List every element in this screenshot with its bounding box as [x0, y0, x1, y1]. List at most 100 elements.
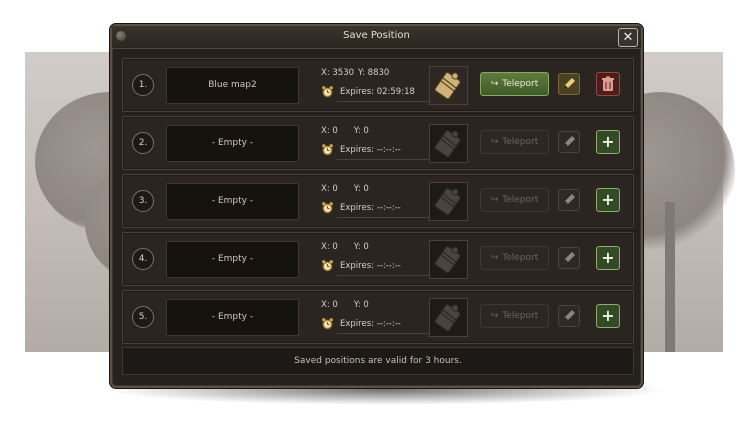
teleport-button[interactable]: ↪ Teleport: [480, 72, 549, 96]
trash-icon: [602, 76, 614, 91]
delete-button[interactable]: [596, 72, 620, 96]
slot-row-1: 1. Blue map2 X: 3530 Y: 8830 Expires: 02:…: [122, 58, 634, 112]
divider: [337, 217, 429, 218]
slot-coordinates: X: 0 Y: 0: [321, 184, 369, 194]
edit-button[interactable]: [558, 131, 580, 153]
y-coordinate: Y: 0: [353, 126, 369, 136]
slot-name: - Empty -: [166, 241, 299, 278]
alarm-clock-icon: [322, 318, 333, 330]
plus-icon: +: [601, 306, 615, 325]
scroll-slot[interactable]: [429, 298, 468, 337]
teleport-label: Teleport: [502, 137, 539, 147]
slot-coordinates: X: 3530 Y: 8830: [321, 68, 389, 78]
expires-label: Expires:: [340, 261, 374, 271]
slot-name: - Empty -: [166, 125, 299, 162]
alarm-clock-icon: [322, 202, 333, 214]
slot-row-2: 2. - Empty - X: 0 Y: 0 Expires: --:--:--: [122, 116, 634, 170]
slot-number: 1.: [132, 74, 154, 96]
teleport-button[interactable]: ↪ Teleport: [480, 246, 549, 270]
slot-row-3: 3. - Empty - X: 0 Y: 0 Expires: --:--:--: [122, 174, 634, 228]
alarm-clock-icon: [322, 144, 333, 156]
add-position-button[interactable]: +: [596, 188, 620, 212]
alarm-clock-icon: [322, 260, 333, 272]
window-title: Save Position: [343, 30, 410, 41]
y-coordinate: Y: 0: [353, 242, 369, 252]
pencil-icon: [564, 194, 575, 205]
teleport-button[interactable]: ↪ Teleport: [480, 188, 549, 212]
slot-number: 5.: [132, 306, 154, 328]
slot-row-4: 4. - Empty - X: 0 Y: 0 Expires: --:--:--: [122, 232, 634, 286]
footer-note: Saved positions are valid for 3 hours.: [122, 347, 634, 375]
scroll-slot[interactable]: [429, 124, 468, 163]
expires-line: Expires: --:--:--: [321, 143, 401, 156]
edit-button[interactable]: [558, 247, 580, 269]
title-bar[interactable]: Save Position ✕: [112, 26, 641, 49]
x-coordinate: X: 0: [321, 242, 338, 252]
plus-icon: +: [601, 190, 615, 209]
teleport-label: Teleport: [502, 79, 539, 89]
teleport-arrow-icon: ↪: [490, 79, 499, 89]
slot-number: 3.: [132, 190, 154, 212]
expires-label: Expires:: [340, 145, 374, 155]
expires-time: --:--:--: [376, 261, 401, 271]
divider: [337, 333, 429, 334]
scroll-map-icon: [434, 304, 461, 332]
slot-name: - Empty -: [166, 299, 299, 336]
expires-label: Expires:: [340, 203, 374, 213]
expires-line: Expires: --:--:--: [321, 201, 401, 214]
plus-icon: +: [601, 248, 615, 267]
teleport-button[interactable]: ↪ Teleport: [480, 130, 549, 154]
edit-button[interactable]: [558, 189, 580, 211]
scroll-slot[interactable]: [429, 182, 468, 221]
pencil-icon: [564, 136, 575, 147]
y-coordinate: Y: 0: [353, 300, 369, 310]
close-button[interactable]: ✕: [618, 28, 638, 47]
add-position-button[interactable]: +: [596, 304, 620, 328]
pencil-icon: [564, 252, 575, 263]
expires-time: --:--:--: [376, 203, 401, 213]
slot-row-5: 5. - Empty - X: 0 Y: 0 Expires: --:--:--: [122, 290, 634, 344]
expires-line: Expires: 02:59:18: [321, 85, 415, 98]
y-coordinate: Y: 0: [353, 184, 369, 194]
slot-name: - Empty -: [166, 183, 299, 220]
save-position-window: Save Position ✕ 1. Blue map2 X: 3530 Y: 8…: [110, 24, 643, 388]
scroll-map-icon: [434, 188, 461, 216]
teleport-button[interactable]: ↪ Teleport: [480, 304, 549, 328]
teleport-arrow-icon: ↪: [490, 311, 499, 321]
expires-time: --:--:--: [376, 145, 401, 155]
x-coordinate: X: 3530: [321, 68, 355, 78]
close-icon: ✕: [622, 30, 634, 45]
teleport-arrow-icon: ↪: [490, 253, 499, 263]
slot-number: 4.: [132, 248, 154, 270]
edit-button[interactable]: [558, 73, 580, 95]
scroll-map-icon: [434, 72, 461, 100]
pencil-icon: [564, 78, 575, 89]
slot-coordinates: X: 0 Y: 0: [321, 242, 369, 252]
x-coordinate: X: 0: [321, 126, 338, 136]
alarm-clock-icon: [322, 86, 333, 98]
teleport-label: Teleport: [502, 195, 539, 205]
teleport-label: Teleport: [502, 253, 539, 263]
y-coordinate: Y: 8830: [358, 68, 390, 78]
edit-button[interactable]: [558, 305, 580, 327]
scroll-map-icon: [434, 130, 461, 158]
teleport-arrow-icon: ↪: [490, 195, 499, 205]
slot-number: 2.: [132, 132, 154, 154]
divider: [337, 159, 429, 160]
expires-time: --:--:--: [376, 319, 401, 329]
slot-coordinates: X: 0 Y: 0: [321, 300, 369, 310]
plus-icon: +: [601, 132, 615, 151]
scroll-slot[interactable]: [429, 66, 468, 105]
add-position-button[interactable]: +: [596, 246, 620, 270]
teleport-arrow-icon: ↪: [490, 137, 499, 147]
x-coordinate: X: 0: [321, 184, 338, 194]
teleport-label: Teleport: [502, 311, 539, 321]
scroll-slot[interactable]: [429, 240, 468, 279]
pencil-icon: [564, 310, 575, 321]
expires-line: Expires: --:--:--: [321, 259, 401, 272]
x-coordinate: X: 0: [321, 300, 338, 310]
divider: [337, 275, 429, 276]
scroll-map-icon: [434, 246, 461, 274]
add-position-button[interactable]: +: [596, 130, 620, 154]
expires-line: Expires: --:--:--: [321, 317, 401, 330]
